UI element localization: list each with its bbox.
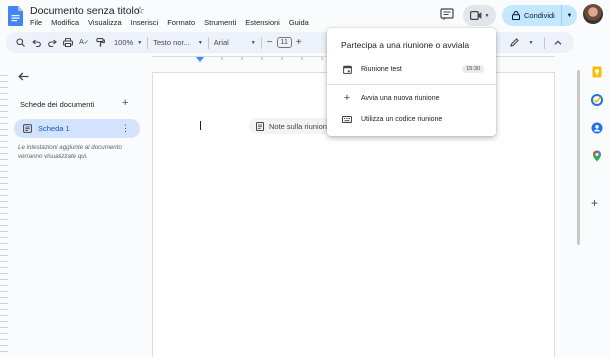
start-new-meeting-label: Avvia una nuova riunione bbox=[361, 94, 440, 102]
font-select[interactable]: Arial ▼ bbox=[214, 38, 256, 47]
star-icon[interactable]: ☆ bbox=[135, 4, 145, 17]
plus-icon: + bbox=[343, 92, 351, 104]
video-camera-icon bbox=[469, 11, 481, 20]
meet-dropdown-title: Partecipa a una riunione o avviala bbox=[341, 40, 470, 50]
chevron-down-icon: ▼ bbox=[250, 39, 256, 46]
share-button[interactable]: Condividi ▼ bbox=[502, 5, 577, 26]
keyboard-icon bbox=[341, 115, 353, 123]
meet-button[interactable]: ▼ bbox=[463, 5, 496, 26]
calendar-icon bbox=[341, 65, 353, 74]
font-size-input[interactable]: 11 bbox=[276, 37, 292, 48]
menu-divider bbox=[327, 84, 496, 85]
decrease-font-size-icon[interactable]: − bbox=[267, 37, 273, 48]
spellcheck-icon[interactable]: A✓ bbox=[76, 39, 92, 46]
get-addons-plus-icon[interactable]: + bbox=[591, 196, 598, 210]
back-arrow-icon[interactable] bbox=[18, 72, 29, 81]
chevron-down-icon: ▼ bbox=[484, 12, 490, 19]
meeting-notes-chip[interactable]: Note sulla riunione bbox=[249, 118, 339, 134]
document-tab-icon bbox=[23, 124, 32, 133]
more-options-icon[interactable]: ⋮ bbox=[121, 123, 130, 134]
paragraph-style-select[interactable]: Testo nor... ▼ bbox=[153, 38, 203, 47]
zoom-value: 100% bbox=[114, 38, 134, 47]
editing-mode-icon[interactable] bbox=[507, 38, 523, 47]
chevron-down-icon: ▼ bbox=[137, 39, 143, 46]
avatar[interactable] bbox=[583, 4, 603, 24]
menu-file[interactable]: File bbox=[30, 18, 42, 27]
undo-icon[interactable] bbox=[28, 39, 44, 47]
search-menus-icon[interactable] bbox=[12, 38, 28, 47]
menu-inserisci[interactable]: Inserisci bbox=[131, 18, 159, 27]
scrollbar-thumb[interactable] bbox=[577, 70, 580, 245]
zoom-select[interactable]: 100% ▼ bbox=[114, 38, 142, 47]
hide-menus-chevron-up-icon[interactable] bbox=[550, 40, 566, 45]
keep-icon[interactable] bbox=[591, 66, 603, 78]
chevron-down-icon: ▼ bbox=[197, 39, 203, 46]
meet-dropdown-menu: Partecipa a una riunione o avviala Riuni… bbox=[327, 28, 496, 136]
sidebar-tab-scheda-1[interactable]: Scheda 1 ⋮ bbox=[14, 119, 140, 138]
tasks-icon[interactable] bbox=[591, 94, 603, 106]
toolbar-divider bbox=[207, 36, 209, 49]
share-label: Condividi bbox=[524, 11, 555, 20]
use-meeting-code-item[interactable]: Utilizza un codice riunione bbox=[327, 110, 496, 128]
document-tabs-heading: Schede dei documenti bbox=[20, 100, 95, 109]
share-options-chevron-icon[interactable]: ▼ bbox=[562, 13, 577, 19]
contacts-icon[interactable] bbox=[591, 122, 603, 134]
use-meeting-code-label: Utilizza un codice riunione bbox=[361, 115, 443, 123]
meeting-item-riunione-test[interactable]: Riunione test 15:30 bbox=[327, 60, 496, 78]
comment-history-icon[interactable] bbox=[440, 8, 454, 21]
lock-icon bbox=[512, 11, 520, 20]
toolbar-divider bbox=[147, 36, 149, 49]
notes-icon bbox=[256, 121, 264, 131]
menu-guida[interactable]: Guida bbox=[289, 18, 309, 27]
font-value: Arial bbox=[213, 38, 229, 47]
menu-bar: File Modifica Visualizza Inserisci Forma… bbox=[30, 18, 309, 27]
paragraph-style-value: Testo nor... bbox=[153, 38, 190, 47]
docs-logo-icon[interactable] bbox=[8, 6, 23, 26]
menu-modifica[interactable]: Modifica bbox=[51, 18, 79, 27]
font-size-control: − 11 + bbox=[267, 37, 302, 48]
menu-strumenti[interactable]: Strumenti bbox=[204, 18, 236, 27]
document-title[interactable]: Documento senza titolo bbox=[30, 5, 140, 17]
text-cursor bbox=[200, 121, 201, 130]
notes-chip-label: Note sulla riunione bbox=[269, 121, 332, 131]
redo-icon[interactable] bbox=[44, 39, 60, 47]
menu-estensioni[interactable]: Estensioni bbox=[245, 18, 280, 27]
increase-font-size-icon[interactable]: + bbox=[296, 37, 302, 48]
vertical-ruler[interactable] bbox=[0, 70, 8, 357]
print-icon[interactable] bbox=[60, 38, 76, 47]
meeting-time-badge: 15:30 bbox=[462, 65, 484, 73]
menu-formato[interactable]: Formato bbox=[167, 18, 195, 27]
toolbar-divider bbox=[260, 36, 262, 49]
paint-format-icon[interactable] bbox=[92, 38, 108, 47]
start-new-meeting-item[interactable]: + Avvia una nuova riunione bbox=[327, 89, 496, 107]
chevron-down-icon[interactable]: ▼ bbox=[523, 40, 539, 46]
toolbar-divider bbox=[544, 36, 545, 49]
tab-label: Scheda 1 bbox=[38, 124, 70, 133]
menu-visualizza[interactable]: Visualizza bbox=[88, 18, 122, 27]
headings-hint: Le intestazioni aggiunte al documento ve… bbox=[18, 144, 122, 160]
add-tab-plus-icon[interactable]: + bbox=[122, 97, 128, 109]
maps-icon[interactable] bbox=[591, 150, 603, 162]
meeting-name: Riunione test bbox=[361, 65, 402, 73]
